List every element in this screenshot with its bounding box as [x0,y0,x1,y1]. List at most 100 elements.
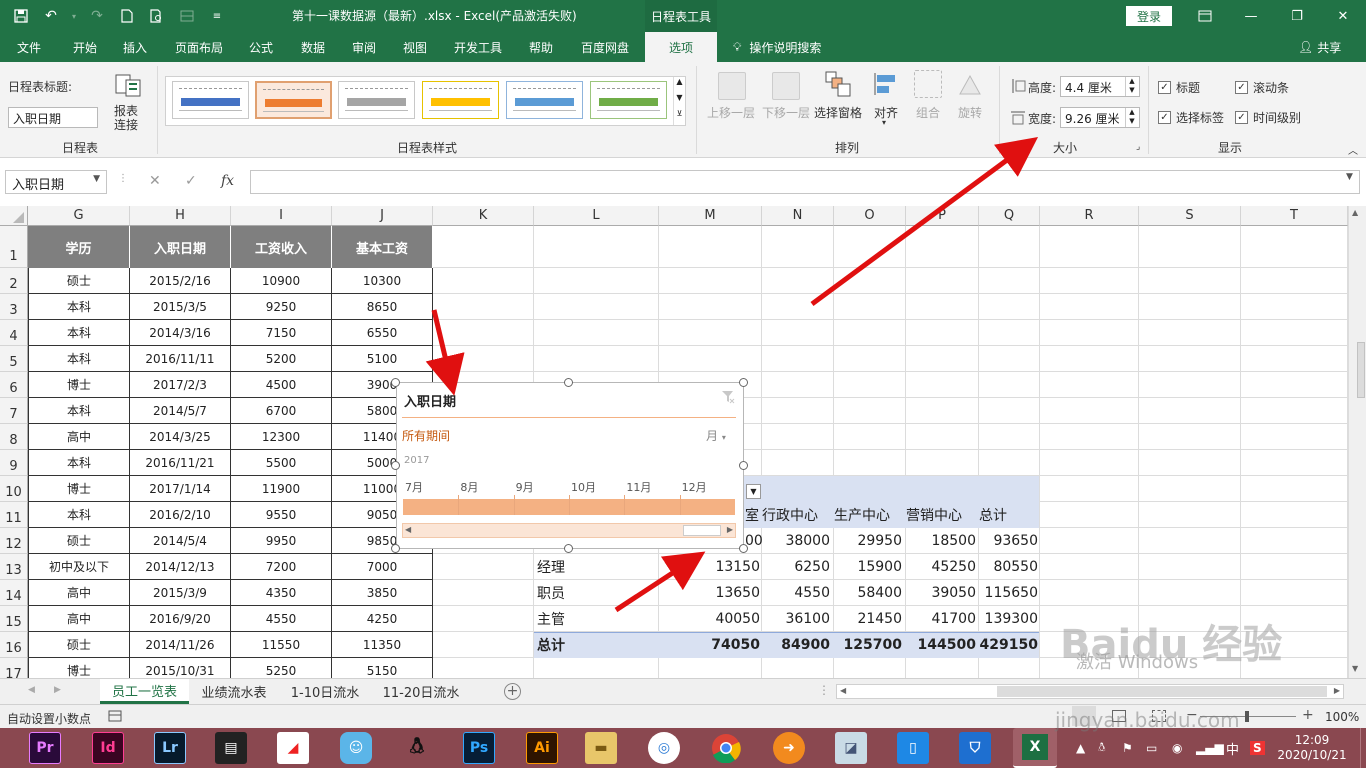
clear-filter-icon[interactable] [721,390,735,404]
vertical-scrollbar[interactable]: ▲ ▼ [1348,206,1366,678]
column-header[interactable]: J [332,206,433,226]
column-header[interactable]: I [231,206,332,226]
scroll-right-icon[interactable]: ▶ [727,525,733,534]
table-cell[interactable]: 4250 [332,606,433,632]
undo-icon[interactable]: ↶ [38,3,64,29]
table-cell[interactable]: 5150 [332,658,433,678]
sheet-tab-flow-11-20[interactable]: 11-20日流水 [374,679,468,704]
pivot-total-cell[interactable]: 125700 [834,632,902,658]
timeline-style-swatch[interactable] [172,81,249,119]
checkbox-header[interactable]: ✓ 标题 [1158,79,1200,96]
tab-review[interactable]: 审阅 [341,32,387,62]
tell-me-search[interactable]: 💡︎ 操作说明搜索 [733,32,821,62]
pivot-cell[interactable]: 15900 [834,554,902,580]
excel-taskbar-button[interactable]: X [1013,728,1057,768]
column-header[interactable]: G [28,206,130,226]
resize-handle[interactable] [564,378,573,387]
table-cell[interactable]: 6550 [332,320,433,346]
name-box[interactable]: 入职日期 ▼ [5,170,107,194]
pivot-cell[interactable]: 29950 [834,528,902,554]
column-header[interactable]: P [906,206,979,226]
zoom-in-icon[interactable]: + [1302,707,1314,723]
timeline-style-swatch[interactable] [506,81,583,119]
table-header-cell[interactable]: 基本工资 [332,226,433,268]
sheet-tab-performance[interactable]: 业绩流水表 [193,679,275,704]
table-cell[interactable]: 本科 [28,502,130,528]
tab-insert[interactable]: 插入 [112,32,158,62]
login-button[interactable]: 登录 [1126,6,1172,26]
pivot-cell[interactable]: 21450 [834,606,902,632]
pivot-total-cell[interactable]: 84900 [762,632,830,658]
tray-antivirus-icon[interactable]: ◉ [1172,728,1182,768]
row-header[interactable]: 16 [0,632,28,658]
table-cell[interactable]: 4500 [231,372,332,398]
row-header[interactable]: 3 [0,294,28,320]
table-cell[interactable]: 5200 [231,346,332,372]
timeline-style-swatch[interactable] [338,81,415,119]
table-cell[interactable]: 7150 [231,320,332,346]
minimize-icon[interactable]: — [1228,0,1274,32]
premiere-icon[interactable]: Pr [29,732,61,764]
timeline-scroll-thumb[interactable] [683,525,721,536]
close-icon[interactable]: ✕ [1320,0,1366,32]
new-file-icon[interactable] [114,3,140,29]
row-header[interactable]: 12 [0,528,28,554]
app-icon[interactable]: ◪ [835,732,867,764]
resize-handle[interactable] [391,378,400,387]
tray-ime-indicator[interactable]: 中 [1226,728,1239,768]
table-cell[interactable]: 2017/2/3 [130,372,231,398]
table-cell[interactable]: 5250 [231,658,332,678]
scroll-left-icon[interactable]: ◀ [405,525,411,534]
file-explorer-icon[interactable]: ▬ [585,732,617,764]
pivot-cell[interactable]: 36100 [762,606,830,632]
table-cell[interactable]: 7200 [231,554,332,580]
sheet-scroll-left-icon[interactable]: ◀ [28,685,35,695]
pivot-row-label[interactable]: 主管 [537,606,565,632]
print-preview-icon[interactable] [144,3,170,29]
tab-help[interactable]: 帮助 [518,32,564,62]
table-cell[interactable]: 2015/3/9 [130,580,231,606]
show-desktop-button[interactable] [1360,728,1366,768]
align-dropdown-icon[interactable]: ▾ [882,118,886,127]
enter-icon[interactable]: ✓ [185,173,197,189]
tray-flag-icon[interactable]: ⚑ [1122,728,1133,768]
report-connections-button[interactable]: 报表 连接 [108,70,148,136]
table-cell[interactable]: 4350 [231,580,332,606]
security-shield-icon[interactable]: ⛉ [959,732,991,764]
column-header[interactable]: M [659,206,762,226]
table-cell[interactable]: 11900 [231,476,332,502]
tab-developer[interactable]: 开发工具 [446,32,510,62]
add-sheet-icon[interactable]: + [504,683,521,700]
resize-handle[interactable] [391,544,400,553]
table-cell[interactable]: 硕士 [28,632,130,658]
timeline-month-label[interactable]: 11月 [626,479,651,495]
table-cell[interactable]: 12300 [231,424,332,450]
share-button[interactable]: 👤︎ 共享 [1298,32,1341,62]
expand-formula-bar-icon[interactable]: ▼ [1346,172,1353,182]
column-header[interactable]: N [762,206,834,226]
resize-handle[interactable] [739,378,748,387]
redo-icon[interactable]: ↷ [84,3,110,29]
hscroll-right-icon[interactable]: ▶ [1334,686,1340,695]
table-cell[interactable]: 6700 [231,398,332,424]
table-cell[interactable]: 博士 [28,658,130,678]
insert-function-icon[interactable]: fx [221,173,234,189]
tray-sogou-icon[interactable]: S [1250,728,1265,768]
table-cell[interactable]: 博士 [28,372,130,398]
table-cell[interactable]: 本科 [28,346,130,372]
table-cell[interactable]: 11550 [231,632,332,658]
column-header[interactable]: Q [979,206,1040,226]
row-header[interactable]: 14 [0,580,28,606]
row-header[interactable]: 4 [0,320,28,346]
table-cell[interactable]: 2016/11/11 [130,346,231,372]
table-cell[interactable]: 高中 [28,580,130,606]
pivot-row-label[interactable]: 职员 [537,580,565,606]
save-icon[interactable] [8,3,34,29]
column-header[interactable]: S [1139,206,1241,226]
pivot-cell[interactable]: 13650 [659,580,760,606]
column-header[interactable]: T [1241,206,1348,226]
pivot-cell[interactable]: 139300 [979,606,1038,632]
resize-handle[interactable] [739,461,748,470]
table-cell[interactable]: 2014/5/7 [130,398,231,424]
zoom-slider-thumb[interactable] [1245,711,1249,722]
